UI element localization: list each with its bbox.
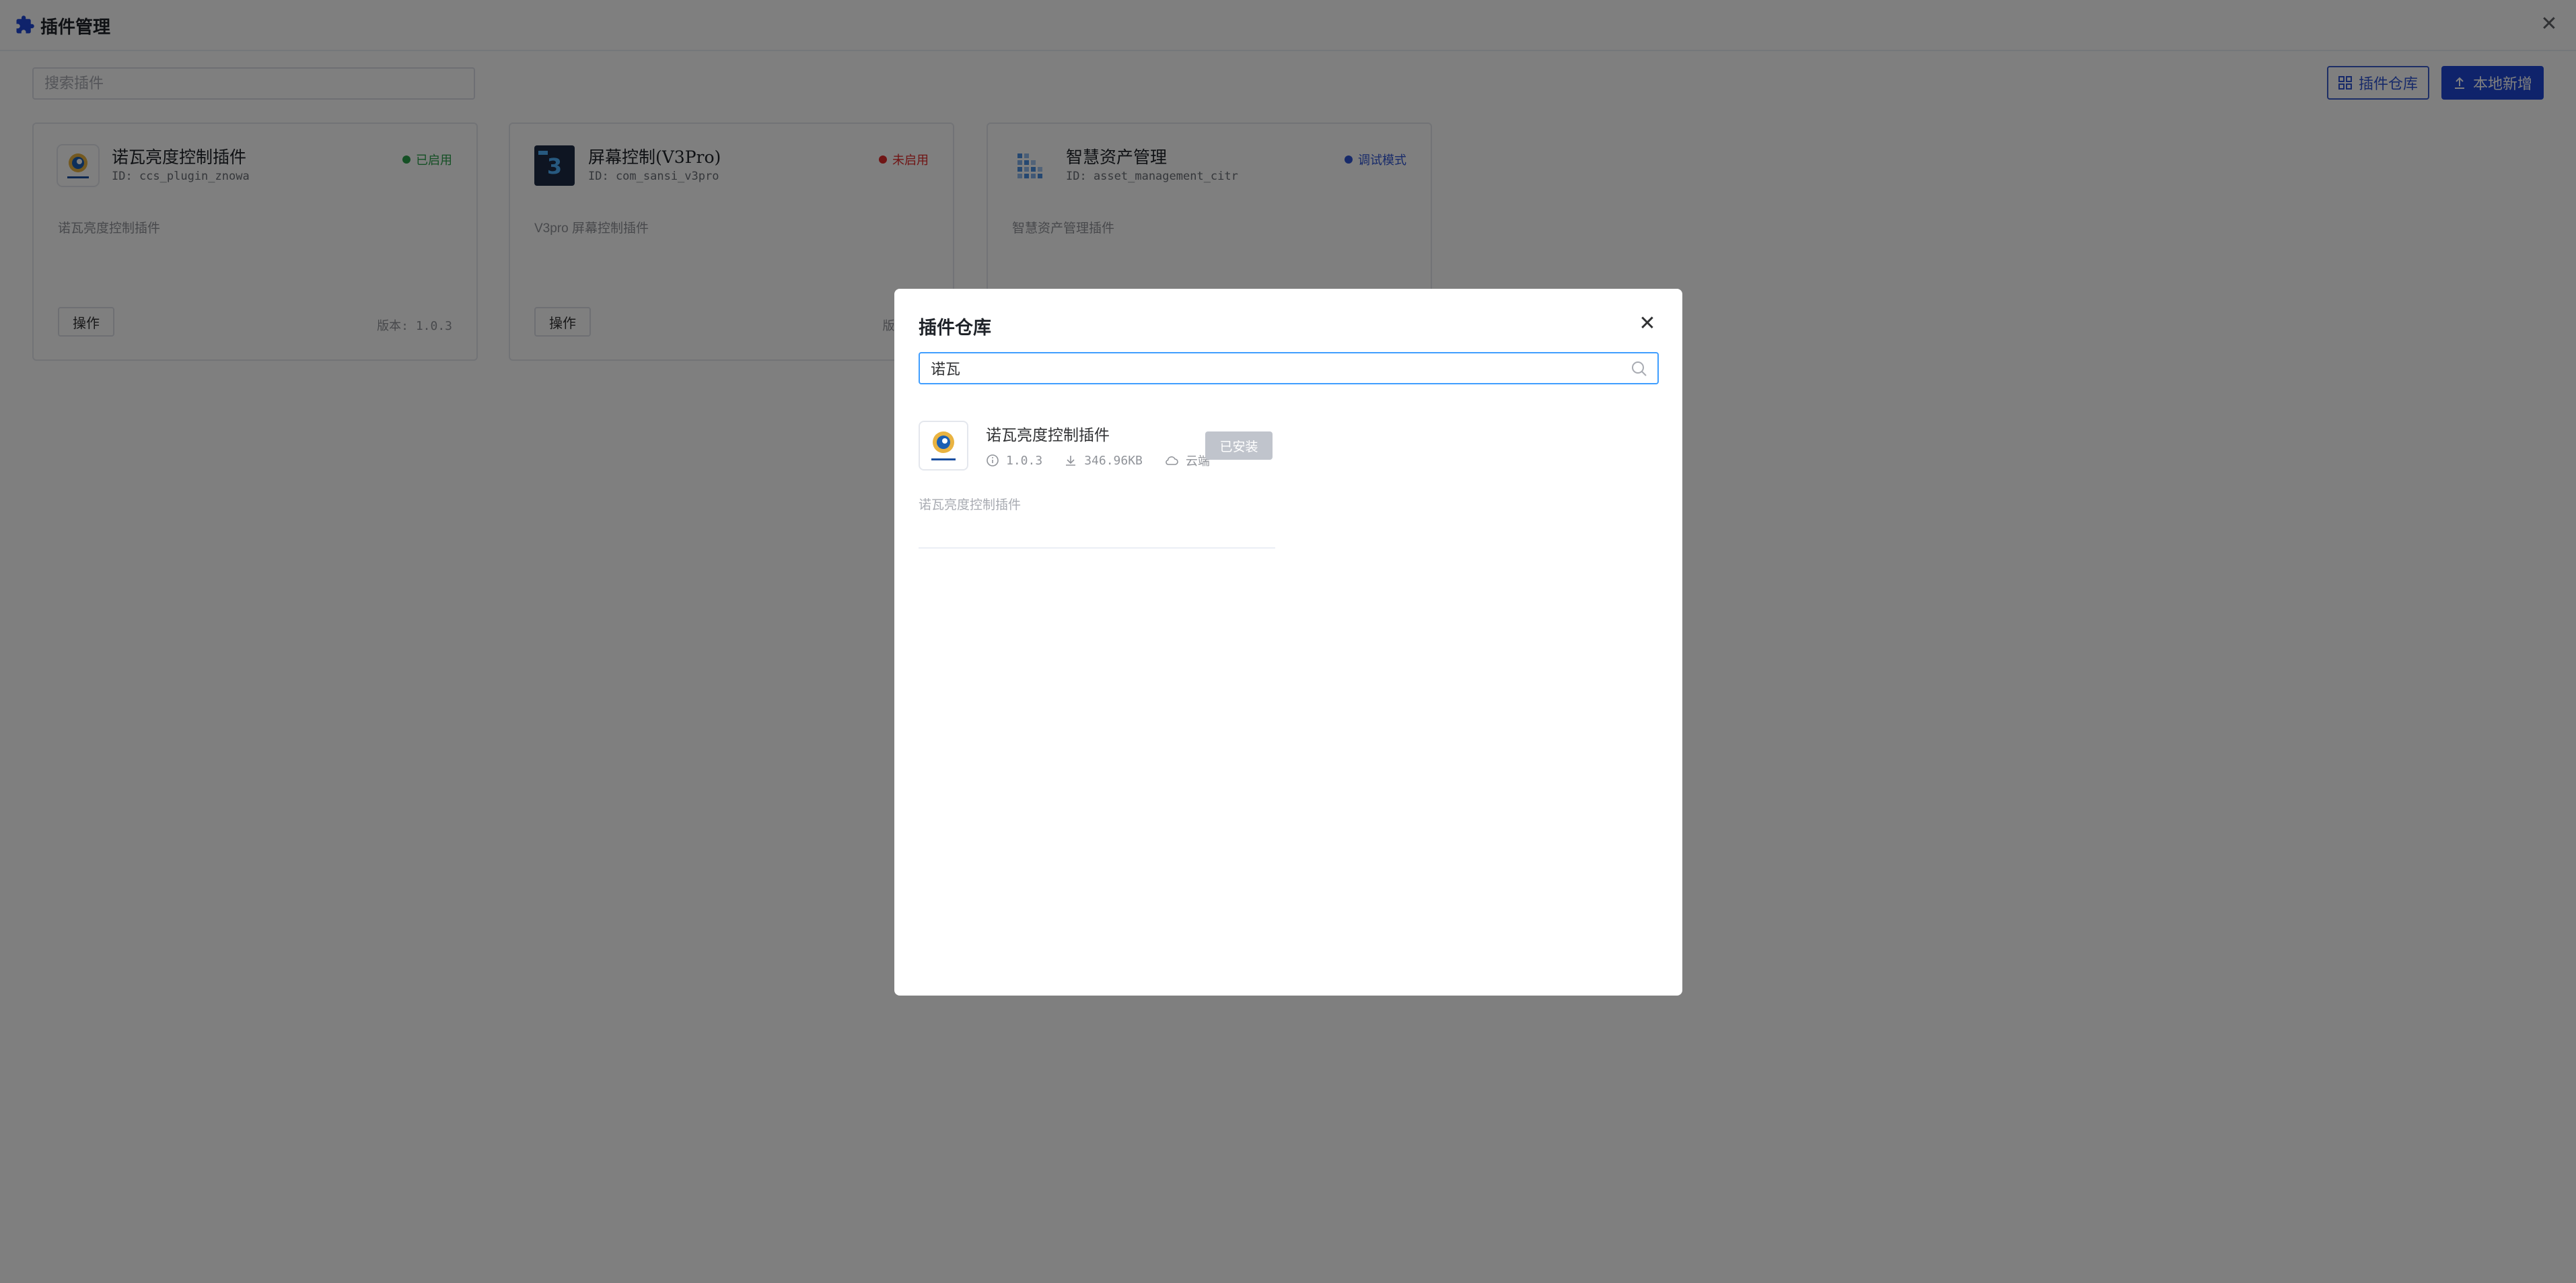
repo-plugin-name: 诺瓦亮度控制插件 [986,427,1110,444]
close-icon[interactable]: ✕ [1635,312,1659,336]
nova-logo-icon [919,421,968,471]
repo-plugin-meta: 1.0.3 346.96KB 云端 [986,452,1210,469]
repo-plugin-size: 346.96KB [1084,453,1143,468]
repo-plugin-version: 1.0.3 [1006,453,1043,468]
search-icon[interactable] [1631,360,1648,378]
repo-search-field [919,352,1659,384]
cloud-icon [1166,456,1178,465]
repo-search-input[interactable] [920,353,1620,383]
download-icon [1066,456,1076,466]
installed-button[interactable]: 已安装 [1205,431,1273,460]
plugin-repo-dialog: 插件仓库 ✕ 诺瓦亮度控制插件 1.0.3 [894,289,1682,996]
dialog-title: 插件仓库 [919,318,991,338]
repo-plugin-description: 诺瓦亮度控制插件 [919,498,1022,512]
info-icon [987,454,999,466]
repo-plugin-item: 诺瓦亮度控制插件 1.0.3 346.96KB 云端 已安装 诺瓦亮度控制插件 [919,421,1275,549]
